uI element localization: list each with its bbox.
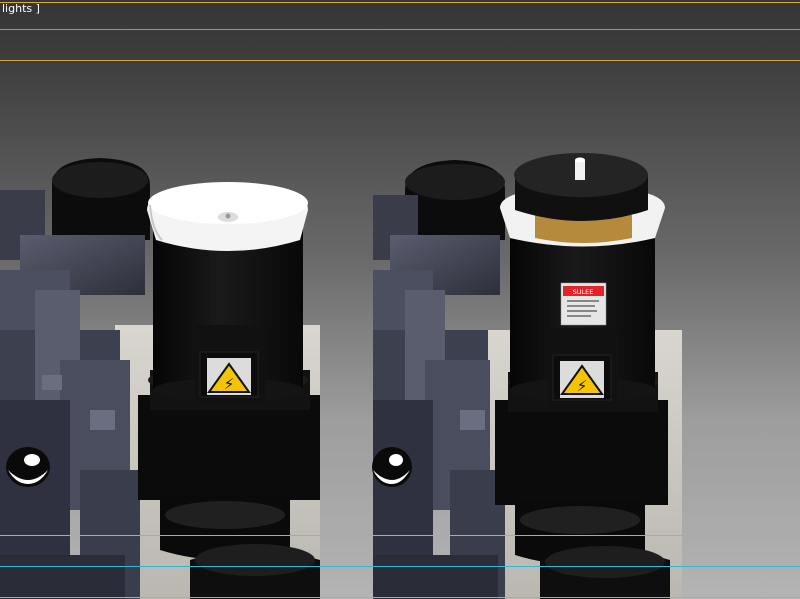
title-safe-bottom: [0, 566, 800, 567]
top-disk-right: [514, 153, 648, 221]
white-cap-left: [147, 182, 308, 251]
action-safe-top: [0, 60, 800, 61]
safe-frame-top-edge: [0, 2, 800, 3]
title-safe-top: [0, 29, 800, 30]
safe-frame-bottom-edge: [0, 597, 800, 598]
scene-render: SULEE ⚡ ⚡: [0, 153, 682, 599]
machine-frame-right: [372, 195, 505, 599]
left-assembly: [0, 158, 320, 599]
action-safe-bottom: [0, 535, 800, 536]
3d-viewport[interactable]: SULEE ⚡ ⚡ lights ]: [0, 0, 800, 599]
nameplate-header: SULEE: [573, 288, 594, 296]
warning-symbol-right: ⚡: [577, 377, 588, 395]
right-assembly: SULEE: [372, 153, 682, 599]
viewport-lighting-label[interactable]: lights ]: [0, 1, 40, 17]
warning-symbol-left: ⚡: [224, 375, 235, 393]
machine-frame-left: [0, 190, 145, 599]
nameplate: SULEE: [560, 282, 607, 326]
